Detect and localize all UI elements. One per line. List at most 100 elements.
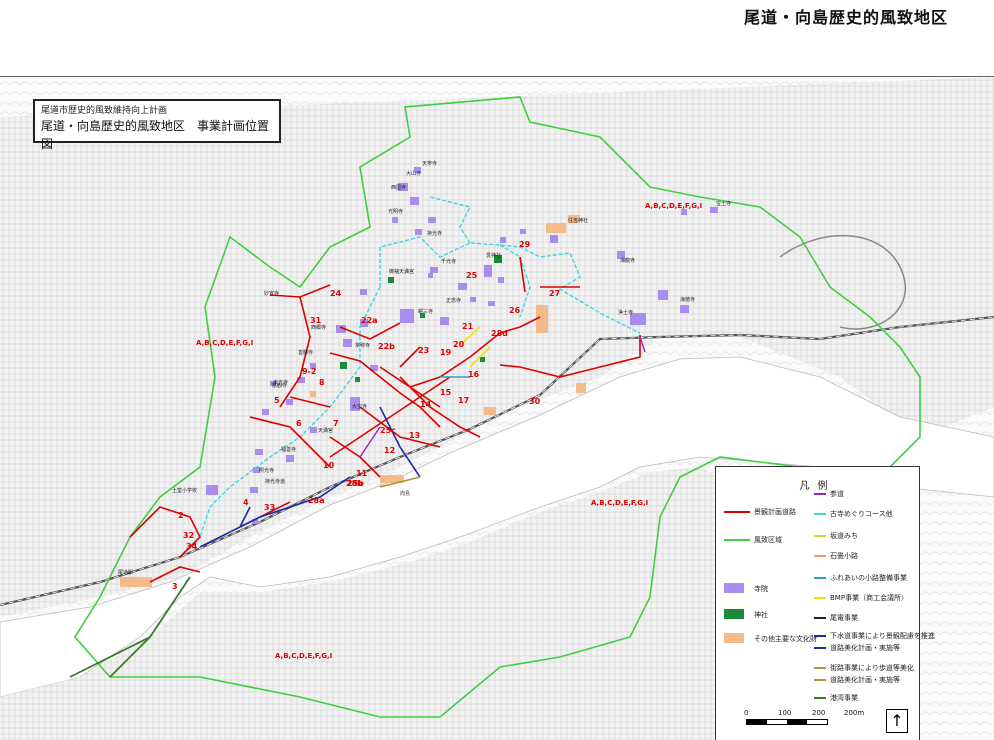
route-label: 33	[264, 503, 275, 512]
legend-label: ふれあいの小路整備事業	[830, 574, 907, 582]
route-label: 31	[310, 316, 322, 325]
route-label: 8	[319, 378, 325, 387]
route-label: 22b	[378, 342, 395, 351]
poi-label: 持光寺道	[265, 478, 285, 485]
route-label: 20	[453, 340, 465, 349]
route-label: 30	[529, 397, 541, 406]
poi-label: 善勝寺	[298, 349, 313, 356]
scale-tick: 200m	[844, 709, 865, 717]
route-label: 14	[420, 400, 432, 409]
map-view[interactable]: 2 3 4 5 6 7 8 9-2 10 11 12 13 14 15 16 1…	[0, 76, 994, 740]
legend-swatch-shrine	[724, 609, 744, 619]
poi-label: 天満宮	[318, 427, 333, 434]
poi-label: 浄土寺	[618, 309, 633, 316]
poi-label: 正念寺	[446, 297, 461, 304]
route-label: 26	[509, 306, 521, 315]
area-label: A,B,C,D,E,F,G,I	[645, 202, 702, 210]
map-title-box: 尾道市歴史的風致維持向上計画 尾道・向島歴史的風致地区 事業計画位置図	[33, 99, 281, 151]
route-label: 28d	[491, 329, 508, 338]
legend-swatch-temple	[724, 583, 744, 593]
route-label: 28b	[346, 479, 363, 488]
scale-tick: 100	[778, 709, 792, 717]
north-arrow-icon: ↑	[886, 709, 908, 733]
poi-label: 西國寺	[391, 185, 406, 191]
route-label: 25	[466, 271, 478, 280]
route-label: 12	[384, 446, 395, 455]
poi-label: 土堂小学校	[172, 487, 197, 494]
route-label: 17	[458, 396, 469, 405]
legend-label: 坂道みち	[830, 532, 858, 540]
poi-label: 妙宣寺	[264, 290, 279, 297]
route-label: 22a	[361, 316, 378, 325]
legend-swatch-district	[724, 539, 750, 541]
route-label: 6	[296, 419, 302, 428]
legend-label: 港湾事業	[830, 694, 858, 702]
area-label: A,B,C,D,E,F,G,I	[196, 339, 253, 347]
route-label: 32	[183, 531, 194, 540]
poi-label: 西郷寺	[311, 324, 326, 331]
route-label: 34	[186, 542, 198, 551]
legend-swatch-cultural	[724, 633, 744, 643]
legend-label: 石畳小路	[830, 552, 858, 560]
route-label: 27	[549, 289, 560, 298]
route-label: 19	[440, 348, 452, 357]
route-label: 16	[468, 370, 480, 379]
legend-label: 風致区域	[754, 536, 782, 544]
scale-tick: 200	[812, 709, 826, 717]
legend-label: 寺院	[754, 585, 768, 593]
poi-label: 耕三寺	[418, 308, 433, 315]
route-label: 11	[356, 469, 368, 478]
poi-label: 持光寺	[427, 230, 442, 237]
poi-label: 海龍寺	[620, 257, 635, 264]
legend-label: 古寺めぐりコース他	[830, 510, 893, 518]
poi-label: 向島	[400, 490, 410, 497]
poi-label: 住吉神社	[568, 217, 588, 224]
scale-tick: 0	[744, 709, 749, 717]
poi-label: 天寧寺	[422, 160, 437, 167]
area-label: A,B,C,D,E,F,G,I	[591, 499, 648, 507]
poi-label: 照光寺	[259, 467, 274, 474]
route-label: 29	[519, 240, 531, 249]
route-label: 21	[462, 322, 474, 331]
legend-label: 神社	[754, 611, 768, 619]
route-label: 15	[440, 388, 452, 397]
poi-label: 艮神社	[486, 252, 501, 259]
route-label: 5	[274, 396, 280, 405]
route-label: 3	[172, 582, 178, 591]
poi-label: 東光寺	[273, 379, 288, 386]
poi-label: 海徳寺	[680, 296, 695, 303]
legend-label: 街路事業により歩道等美化	[830, 664, 914, 672]
legend-label: 尾電事業	[830, 614, 858, 622]
poi-label: 大山寺	[406, 170, 421, 177]
legend-label: 参道	[830, 490, 844, 498]
route-label: 9-2	[302, 367, 316, 376]
route-label: 24	[330, 289, 342, 298]
poi-label: 宝土寺	[716, 200, 731, 207]
legend-label: 下水道事業により景観配慮を推進	[830, 632, 935, 640]
scale-bar	[746, 719, 828, 725]
legend-label: その他主要な文化財	[754, 635, 817, 643]
legend-label: 道路美化計画・実施等	[830, 676, 900, 684]
poi-label: 常称寺	[355, 342, 370, 349]
route-label: 13	[409, 431, 420, 440]
poi-label: 大宝寺	[352, 403, 367, 410]
route-label: 28a	[308, 496, 325, 505]
route-label: 23	[418, 346, 429, 355]
poi-label: 千光寺	[441, 258, 456, 265]
poi-label: 光明寺	[388, 208, 403, 215]
legend-label: 道路美化計画・実施等	[830, 644, 900, 652]
poi-label: 御袖天満宮	[389, 268, 414, 275]
poi-label: 尾道駅	[118, 569, 133, 576]
route-label: 2	[178, 511, 184, 520]
legend-title: 凡例	[799, 481, 836, 492]
map-subtitle: 尾道市歴史的風致維持向上計画	[41, 106, 168, 116]
route-label: 25c	[380, 426, 396, 435]
legend-label: BMP事業（商工会議所）	[830, 594, 909, 602]
area-label: A,B,C,D,E,F,G,I	[275, 652, 332, 660]
route-label: 7	[333, 419, 339, 428]
route-label: 10	[323, 461, 335, 470]
page-title: 尾道・向島歴史的風致地区	[744, 8, 949, 27]
map-main-title: 尾道・向島歴史的風致地区 事業計画位置図	[41, 119, 270, 151]
route-label: 4	[243, 498, 249, 507]
legend-label: 景観計画道路	[754, 508, 796, 516]
